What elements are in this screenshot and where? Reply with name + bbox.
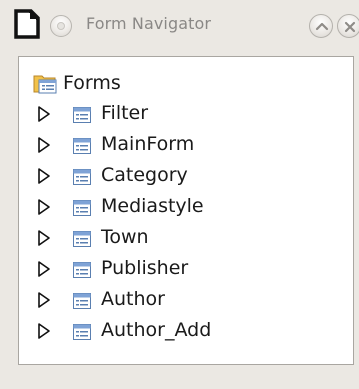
tree-root-label: Forms [63, 72, 121, 94]
forms-tree[interactable]: Forms Filter MainForm Category Mediastyl… [18, 56, 354, 365]
tree-item-label: Author_Add [101, 319, 212, 341]
tree-item-label: Filter [101, 102, 149, 124]
tree-item[interactable]: Mediastyle [37, 192, 337, 222]
expand-triangle-icon[interactable] [37, 229, 51, 247]
tree-item-label: MainForm [101, 133, 195, 155]
tree-item[interactable]: Category [37, 161, 337, 191]
form-icon [73, 293, 91, 309]
form-icon [73, 138, 91, 154]
tree-item[interactable]: Author [37, 285, 337, 315]
form-navigator-window: Form Navigator Forms Filter MainForm Cat… [0, 0, 359, 389]
expand-triangle-icon[interactable] [37, 260, 51, 278]
expand-triangle-icon[interactable] [37, 136, 51, 154]
tree-item[interactable]: Publisher [37, 254, 337, 284]
tree-item[interactable]: Filter [37, 99, 337, 129]
expand-triangle-icon[interactable] [37, 322, 51, 340]
form-icon [73, 262, 91, 278]
tree-item[interactable]: MainForm [37, 130, 337, 160]
forms-folder-icon [33, 72, 59, 94]
tree-item[interactable]: Author_Add [37, 316, 337, 346]
expand-triangle-icon[interactable] [37, 198, 51, 216]
form-icon [73, 324, 91, 340]
tree-item-label: Publisher [101, 257, 189, 279]
window-menu-icon[interactable] [50, 15, 72, 37]
form-icon [73, 169, 91, 185]
expand-triangle-icon[interactable] [37, 167, 51, 185]
form-icon [73, 107, 91, 123]
expand-triangle-icon[interactable] [37, 291, 51, 309]
tree-item-label: Category [101, 164, 188, 186]
tree-root-forms[interactable]: Forms [33, 68, 121, 98]
tree-item-label: Author [101, 288, 165, 310]
window-title: Form Navigator [86, 14, 212, 33]
tree-item-label: Mediastyle [101, 195, 204, 217]
tree-item[interactable]: Town [37, 223, 337, 253]
form-icon [73, 200, 91, 216]
document-icon [14, 9, 40, 39]
chevron-up-icon[interactable] [309, 14, 333, 38]
title-bar[interactable]: Form Navigator [0, 0, 359, 50]
expand-triangle-icon[interactable] [37, 105, 51, 123]
tree-item-label: Town [101, 226, 149, 248]
close-icon[interactable] [337, 14, 359, 38]
form-icon [73, 231, 91, 247]
